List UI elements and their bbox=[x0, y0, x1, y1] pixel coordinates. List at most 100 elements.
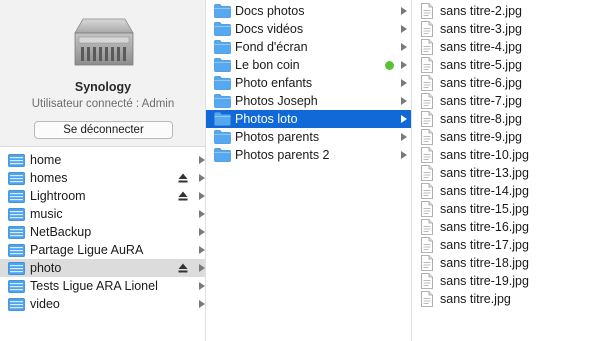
item-label: Photo enfants bbox=[235, 76, 313, 90]
folder-icon bbox=[214, 58, 231, 72]
chevron-right-icon bbox=[401, 7, 407, 15]
network-share-icon bbox=[8, 226, 25, 239]
file-item[interactable]: sans titre-5.jpg bbox=[412, 56, 605, 74]
item-label: sans titre-19.jpg bbox=[440, 274, 529, 288]
connected-user-status: Utilisateur connecté : Admin bbox=[31, 98, 175, 110]
folder-item[interactable]: Photos parents 2 bbox=[206, 146, 411, 164]
eject-icon[interactable] bbox=[178, 191, 188, 201]
share-item-partage-ligue-aura[interactable]: Partage Ligue AuRA bbox=[0, 241, 205, 259]
file-item[interactable]: sans titre-8.jpg bbox=[412, 110, 605, 128]
eject-icon[interactable] bbox=[178, 173, 188, 183]
chevron-right-icon bbox=[401, 79, 407, 87]
file-item[interactable]: sans titre-7.jpg bbox=[412, 92, 605, 110]
chevron-right-icon bbox=[199, 210, 205, 218]
folder-item[interactable]: Photos loto bbox=[206, 110, 411, 128]
chevron-right-icon bbox=[401, 115, 407, 123]
share-item-tests-ligue-ara-lionel[interactable]: Tests Ligue ARA Lionel bbox=[0, 277, 205, 295]
network-share-icon bbox=[8, 298, 25, 311]
folder-item[interactable]: Docs photos bbox=[206, 2, 411, 20]
shares-list: home homes Lightroom music NetBackup Partage … bbox=[0, 151, 205, 313]
item-label: Photos parents 2 bbox=[235, 148, 330, 162]
folder-item[interactable]: Fond d'écran bbox=[206, 38, 411, 56]
jpg-file-icon bbox=[421, 237, 433, 253]
jpg-file-icon bbox=[421, 129, 433, 145]
item-label: Docs vidéos bbox=[235, 22, 304, 36]
file-item[interactable]: sans titre.jpg bbox=[412, 290, 605, 308]
item-label: sans titre-7.jpg bbox=[440, 94, 522, 108]
network-share-icon bbox=[8, 280, 25, 293]
chevron-right-icon bbox=[401, 43, 407, 51]
jpg-file-icon bbox=[421, 183, 433, 199]
file-item[interactable]: sans titre-3.jpg bbox=[412, 20, 605, 38]
item-label: homes bbox=[30, 171, 68, 185]
folder-icon bbox=[214, 112, 231, 126]
file-item[interactable]: sans titre-6.jpg bbox=[412, 74, 605, 92]
jpg-file-icon bbox=[421, 255, 433, 271]
item-label: Lightroom bbox=[30, 189, 86, 203]
file-item[interactable]: sans titre-15.jpg bbox=[412, 200, 605, 218]
item-label: sans titre-6.jpg bbox=[440, 76, 522, 90]
item-label: sans titre.jpg bbox=[440, 292, 511, 306]
share-item-lightroom[interactable]: Lightroom bbox=[0, 187, 205, 205]
network-share-icon bbox=[8, 262, 25, 275]
item-label: sans titre-17.jpg bbox=[440, 238, 529, 252]
file-item[interactable]: sans titre-16.jpg bbox=[412, 218, 605, 236]
file-item[interactable]: sans titre-2.jpg bbox=[412, 2, 605, 20]
item-label: sans titre-4.jpg bbox=[440, 40, 522, 54]
jpg-file-icon bbox=[421, 39, 433, 55]
chevron-right-icon bbox=[401, 61, 407, 69]
files-list: sans titre-2.jpg sans titre-3.jpg sans tit… bbox=[412, 2, 605, 308]
file-item[interactable]: sans titre-4.jpg bbox=[412, 38, 605, 56]
chevron-right-icon bbox=[199, 174, 205, 182]
share-item-photo[interactable]: photo bbox=[0, 259, 205, 277]
file-item[interactable]: sans titre-17.jpg bbox=[412, 236, 605, 254]
folder-item[interactable]: Docs vidéos bbox=[206, 20, 411, 38]
jpg-file-icon bbox=[421, 201, 433, 217]
folder-item[interactable]: Le bon coin bbox=[206, 56, 411, 74]
file-item[interactable]: sans titre-13.jpg bbox=[412, 164, 605, 182]
share-item-homes[interactable]: homes bbox=[0, 169, 205, 187]
network-share-icon bbox=[8, 190, 25, 203]
share-item-home[interactable]: home bbox=[0, 151, 205, 169]
jpg-file-icon bbox=[421, 165, 433, 181]
folder-item[interactable]: Photos parents bbox=[206, 128, 411, 146]
item-label: sans titre-9.jpg bbox=[440, 130, 522, 144]
share-item-video[interactable]: video bbox=[0, 295, 205, 313]
network-share-icon bbox=[8, 208, 25, 221]
folder-icon bbox=[214, 76, 231, 90]
item-label: sans titre-16.jpg bbox=[440, 220, 529, 234]
item-label: Photos parents bbox=[235, 130, 320, 144]
chevron-right-icon bbox=[199, 282, 205, 290]
chevron-right-icon bbox=[199, 192, 205, 200]
file-item[interactable]: sans titre-19.jpg bbox=[412, 272, 605, 290]
logout-button[interactable]: Se déconnecter bbox=[34, 121, 173, 139]
share-item-netbackup[interactable]: NetBackup bbox=[0, 223, 205, 241]
item-label: Partage Ligue AuRA bbox=[30, 243, 144, 257]
server-panel: Synology Utilisateur connecté : Admin Se… bbox=[0, 0, 205, 147]
item-label: sans titre-10.jpg bbox=[440, 148, 529, 162]
item-label: Tests Ligue ARA Lionel bbox=[30, 279, 158, 293]
chevron-right-icon bbox=[199, 156, 205, 164]
jpg-file-icon bbox=[421, 57, 433, 73]
folder-icon bbox=[214, 22, 231, 36]
network-share-icon bbox=[8, 244, 25, 257]
folder-icon bbox=[214, 130, 231, 144]
item-label: video bbox=[30, 297, 60, 311]
file-item[interactable]: sans titre-10.jpg bbox=[412, 146, 605, 164]
file-item[interactable]: sans titre-9.jpg bbox=[412, 128, 605, 146]
share-item-music[interactable]: music bbox=[0, 205, 205, 223]
chevron-right-icon bbox=[199, 228, 205, 236]
folder-item[interactable]: Photo enfants bbox=[206, 74, 411, 92]
server-name: Synology bbox=[74, 80, 132, 94]
file-item[interactable]: sans titre-18.jpg bbox=[412, 254, 605, 272]
item-label: NetBackup bbox=[30, 225, 92, 239]
item-label: sans titre-13.jpg bbox=[440, 166, 529, 180]
file-item[interactable]: sans titre-14.jpg bbox=[412, 182, 605, 200]
chevron-right-icon bbox=[401, 25, 407, 33]
chevron-right-icon bbox=[401, 97, 407, 105]
eject-icon[interactable] bbox=[178, 263, 188, 273]
folder-item[interactable]: Photos Joseph bbox=[206, 92, 411, 110]
network-share-icon bbox=[8, 154, 25, 167]
jpg-file-icon bbox=[421, 111, 433, 127]
folder-icon bbox=[214, 148, 231, 162]
